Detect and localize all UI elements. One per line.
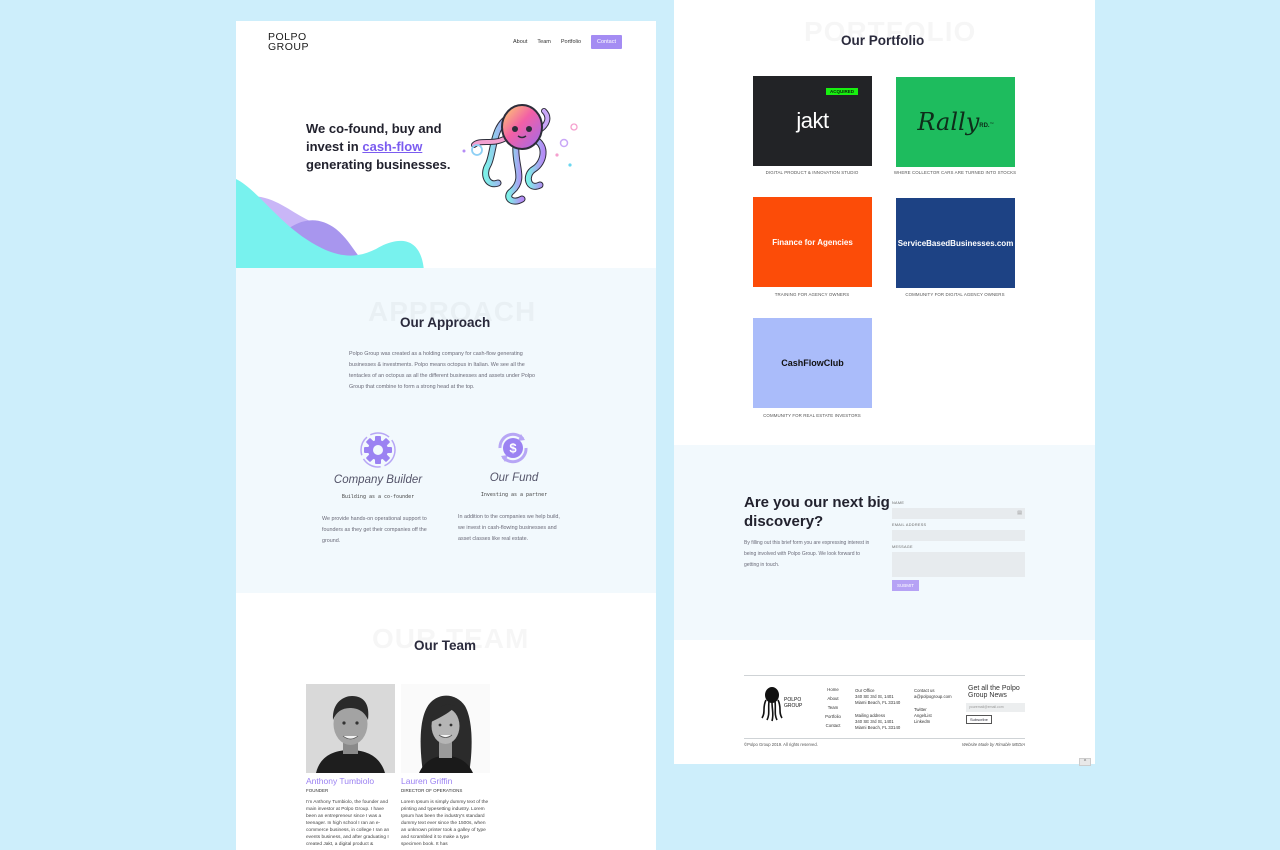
logo-line-2: GROUP [268,41,310,53]
name-field[interactable]: ▤ [892,508,1025,519]
footer-logo-line-2: GROUP [784,703,803,709]
site-header: POLPO GROUP About Team Portfolio Contact [236,21,656,71]
footer-contact: Contact us a@polpogroup.com Twitter Ange… [914,688,952,725]
nav-about[interactable]: About [513,39,527,45]
footer-link-about[interactable]: About [820,694,846,703]
hero-line-2: invest in cash-flow [306,138,476,156]
hero-wave-decoration [236,179,424,271]
subscribe-button[interactable]: Subscribe [966,715,992,724]
footer-logo-text: POLPO GROUP [784,697,802,709]
member-bio: Lorem Ipsum is simply dummy text of the … [401,800,489,847]
rally-logo-suffix: RD. [979,123,990,129]
footer-link-contact[interactable]: Contact [820,721,846,730]
footer-link-team[interactable]: Team [820,703,846,712]
credit-link[interactable]: Website Made by Rimable MEDIA [962,742,1025,747]
homepage-screenshot-left: POLPO GROUP About Team Portfolio Contact… [236,21,656,850]
dollar-cycle-icon: $ [498,432,528,464]
nav-team[interactable]: Team [537,39,550,45]
footer-addresses: Our Office 340 SE 3rd St, 1401 Miami Bea… [855,688,900,731]
footer-link-home[interactable]: Home [820,685,846,694]
footer-link-portfolio[interactable]: Portfolio [820,712,846,721]
site-footer: POLPO GROUP Home About Team Portfolio Co… [674,640,1095,764]
mailing-address-2: Miami Beach, FL 33140 [855,725,901,730]
finance-for-agencies-logo: Finance for Agencies [772,237,853,247]
approach-title: Our Approach [400,315,491,330]
member-role: FOUNDER [306,788,329,793]
team-photo-anthony [306,684,395,773]
homepage-screenshot-right: PORTFOLIO Our Portfolio ACQUIRED jakt DI… [674,0,1095,764]
acquired-badge: ACQUIRED [825,88,858,95]
scroll-to-top-button[interactable]: ^ [1079,758,1091,766]
footer-divider-top [744,675,1025,676]
site-logo[interactable]: POLPO GROUP [268,32,310,53]
contact-email-link[interactable]: a@polpogroup.com [914,694,952,700]
email-field[interactable] [892,530,1025,541]
portfolio-card-finance-for-agencies[interactable]: Finance for Agencies [753,197,872,287]
team-photo-lauren [401,684,490,773]
approach-text: Polpo Group was created as a holding com… [349,351,535,390]
linkedin-link[interactable]: LinkedIn [914,719,952,725]
jakt-logo: jakt [796,108,829,133]
submit-button[interactable]: SUBMIT [892,580,920,591]
portfolio-card-cashflowclub[interactable]: CashFlowClub [753,318,872,408]
portfolio-caption: WHERE COLLECTOR CARS ARE TURNED INTO STO… [893,170,1017,175]
nav-portfolio[interactable]: Portfolio [561,39,581,45]
portfolio-card-rally[interactable]: Rally RD. ™ [896,77,1015,167]
name-label: NAME [892,501,905,505]
feature-our-fund: Our Fund Investing as a partner [469,472,559,498]
gear-icon [360,432,396,468]
feature-subtitle: Investing as a partner [480,492,548,498]
newsletter-title: Get all the Polpo Group News [968,685,1020,699]
member-name[interactable]: Anthony Tumbiolo [306,776,374,786]
footer-links: Home About Team Portfolio Contact [820,685,846,730]
portfolio-caption: COMMUNITY FOR REAL ESTATE INVESTORS [763,413,861,418]
email-label: EMAIL ADDRESS [892,523,927,527]
feature-subtitle: Building as a co-founder [341,494,415,500]
main-nav: About Team Portfolio Contact [513,35,622,49]
team-section: OUR TEAM Our Team Anthony Tumbiolo FOUND… [236,593,656,850]
hero-line-1: We co-found, buy and [306,121,442,136]
hero-headline: We co-found, buy and invest in cash-flow… [306,120,476,174]
newsletter-email-input[interactable]: youremail@email.com [966,703,1025,712]
portfolio-caption: TRAINING FOR AGENCY OWNERS [774,292,850,297]
portfolio-caption: COMMUNITY FOR DIGITAL AGENCY OWNERS [905,292,1005,297]
office-address-2: Miami Beach, FL 33140 [855,700,901,705]
contact-button[interactable]: Contact [591,35,622,49]
member-role: DIRECTOR OF OPERATIONS [401,788,463,793]
hero-highlight-link[interactable]: cash-flow [362,139,422,154]
feature-description: We provide hands-on operational support … [322,516,427,544]
rally-logo: Rally [917,108,980,136]
message-field[interactable] [892,552,1025,577]
autofill-icon: ▤ [1017,510,1022,516]
feature-description: In addition to the companies we help bui… [458,514,560,542]
contact-title: Are you our next big discovery? [744,494,890,530]
hero-line-2-prefix: invest in [306,139,363,154]
footer-divider-bottom [744,738,1025,739]
contact-section: Are you our next big discovery? By filli… [674,445,1095,640]
feature-title: Company Builder [333,474,423,486]
message-label: MESSAGE [892,545,913,549]
feature-company-builder: Company Builder Building as a co-founder [333,474,423,500]
team-title: Our Team [414,638,477,653]
service-based-businesses-logo: ServiceBasedBusinesses.com [897,238,1014,248]
portfolio-card-service-based-businesses[interactable]: ServiceBasedBusinesses.com [896,198,1015,288]
portfolio-title: Our Portfolio [841,33,925,48]
octopus-logo-icon [761,687,783,722]
approach-section: APPROACH Our Approach Polpo Group was cr… [236,268,656,593]
portfolio-card-jakt[interactable]: ACQUIRED jakt [753,76,872,166]
portfolio-caption: DIGITAL PRODUCT & INNOVATION STUDIO [765,170,859,175]
feature-title: Our Fund [489,472,539,484]
svg-text:$: $ [509,441,517,456]
cashflowclub-logo: CashFlowClub [781,358,844,368]
member-bio: I'm Anthony Tumbiolo, the founder and ma… [306,800,390,847]
member-name[interactable]: Lauren Griffin [401,776,452,786]
copyright-text: ©Polpo Group 2019. All rights reserved. [744,742,818,747]
hero-line-3: generating businesses. [306,157,451,172]
rally-logo-tm: ™ [989,120,994,126]
portrait-woman-image [401,684,490,773]
portrait-man-image [306,684,395,773]
contact-text: By filling out this brief form you are e… [744,540,870,568]
